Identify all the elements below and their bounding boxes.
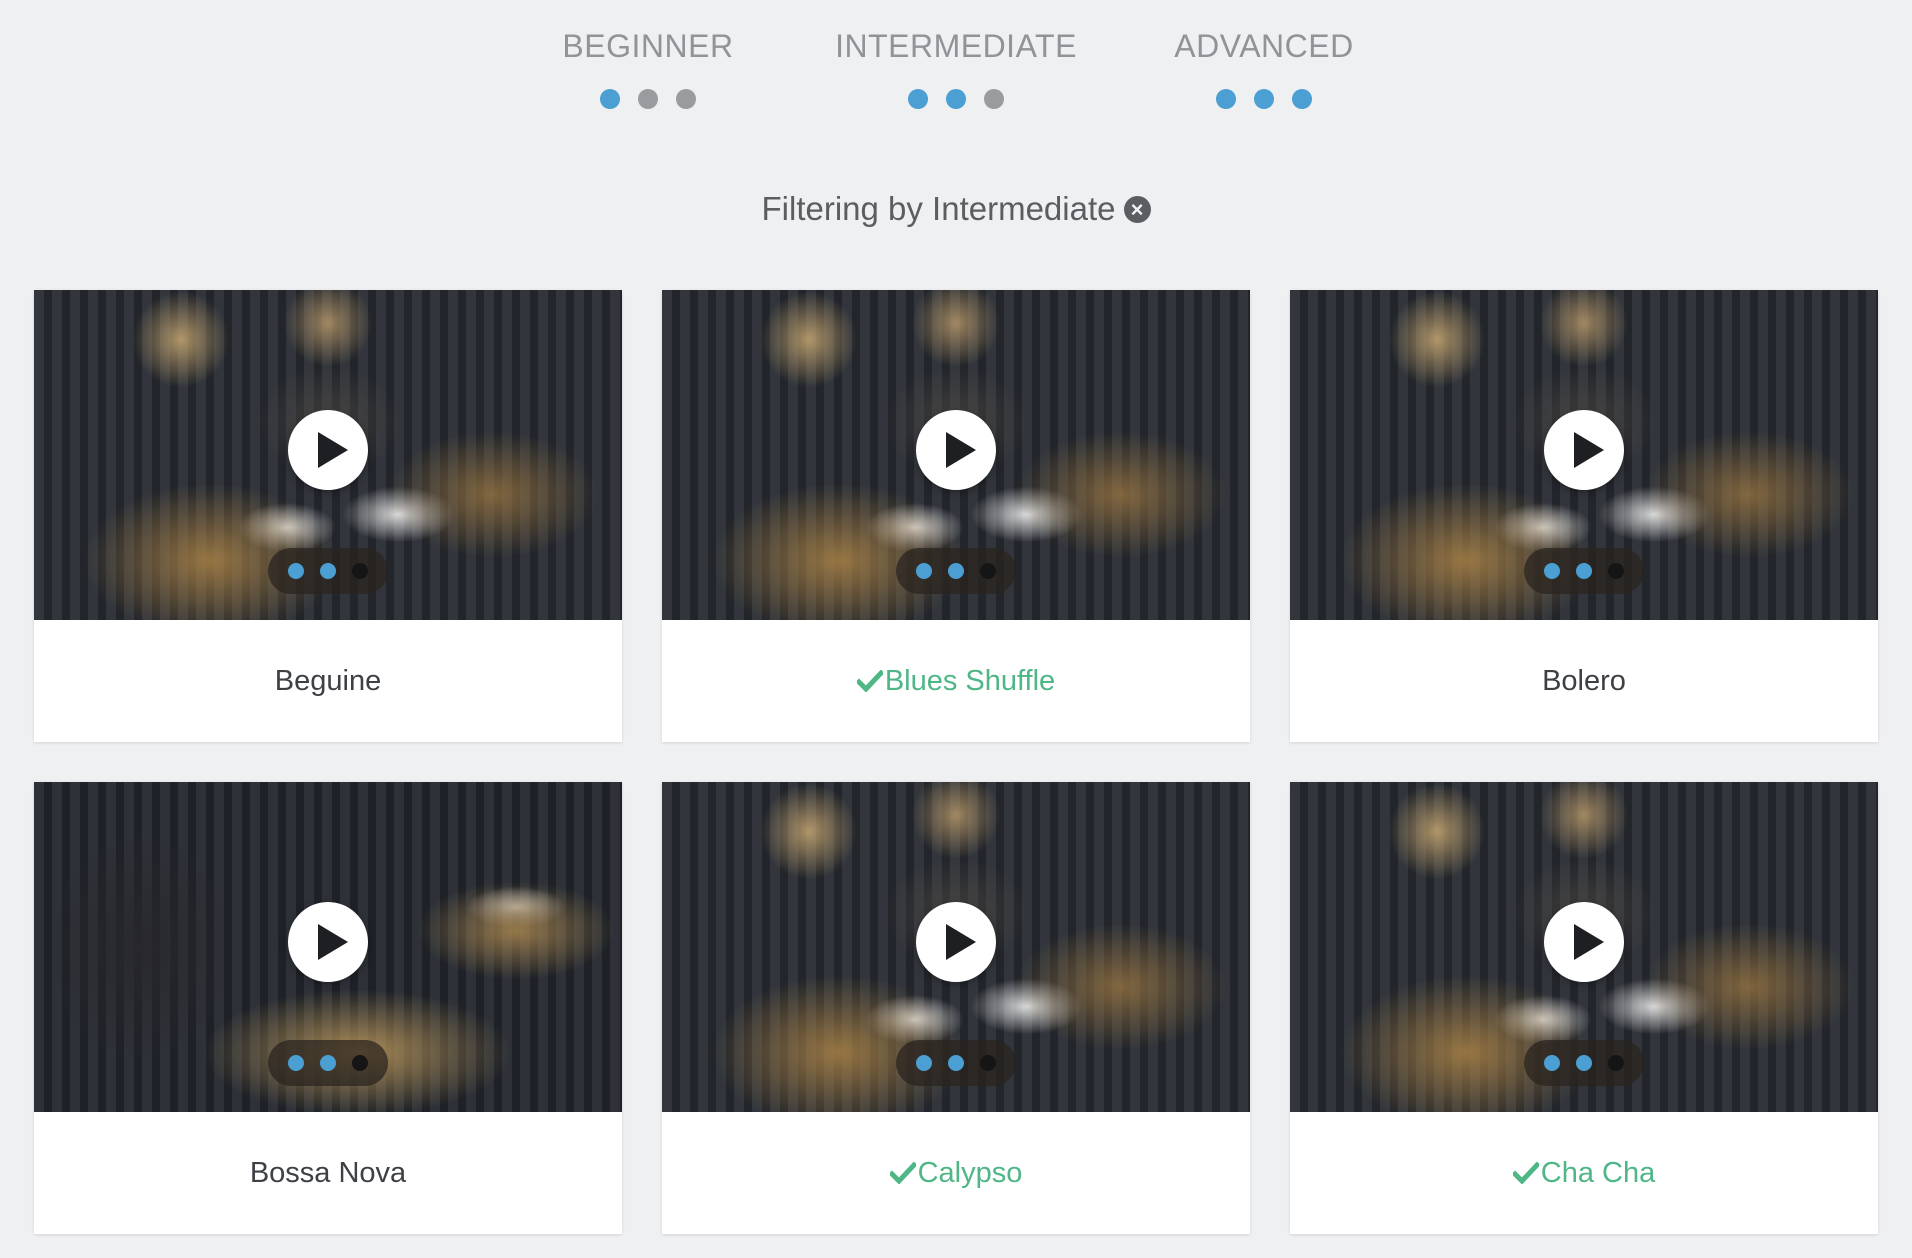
lesson-title: Calypso [917, 1156, 1023, 1189]
lesson-title-row: Bolero [1290, 620, 1878, 742]
level-label: BEGINNER [562, 28, 734, 64]
difficulty-level-selector: BEGINNER INTERMEDIATE ADVANCED [0, 0, 1912, 130]
lesson-title: Blues Shuffle [884, 664, 1056, 697]
difficulty-dot [320, 563, 336, 579]
lesson-title-row: Blues Shuffle [662, 620, 1250, 742]
difficulty-dot [948, 563, 964, 579]
difficulty-dot [320, 1055, 336, 1071]
lesson-title: Bossa Nova [249, 1156, 407, 1189]
difficulty-indicator [1524, 1040, 1644, 1086]
lesson-card-calypso[interactable]: Calypso [662, 782, 1250, 1234]
lesson-card-cha-cha[interactable]: Cha Cha [1290, 782, 1878, 1234]
level-dot [1216, 89, 1236, 109]
level-dot [946, 89, 966, 109]
lesson-thumbnail [1290, 782, 1878, 1112]
difficulty-indicator [896, 548, 1016, 594]
difficulty-dot [980, 1055, 996, 1071]
difficulty-dot [352, 563, 368, 579]
level-dots [523, 89, 773, 109]
level-beginner[interactable]: BEGINNER [523, 28, 773, 109]
level-dots [1139, 89, 1389, 109]
lesson-title: Beguine [274, 664, 382, 697]
level-label: ADVANCED [1174, 28, 1354, 64]
difficulty-dot [1576, 563, 1592, 579]
checkmark-icon [889, 1162, 916, 1184]
level-dot [1292, 89, 1312, 109]
difficulty-indicator [1524, 548, 1644, 594]
lesson-title: Bolero [1542, 664, 1626, 697]
lesson-thumbnail [662, 782, 1250, 1112]
play-icon[interactable] [288, 410, 368, 490]
level-dot [908, 89, 928, 109]
difficulty-dot [1544, 563, 1560, 579]
checkmark-icon [1512, 1162, 1539, 1184]
lesson-title-row: Beguine [34, 620, 622, 742]
difficulty-dot [916, 563, 932, 579]
lesson-thumbnail [34, 782, 622, 1112]
difficulty-indicator [268, 548, 388, 594]
difficulty-dot [288, 563, 304, 579]
level-dot [984, 89, 1004, 109]
level-dot [1254, 89, 1274, 109]
lesson-title-row: Calypso [662, 1112, 1250, 1234]
level-dots [831, 89, 1081, 109]
lesson-title-row: Cha Cha [1290, 1112, 1878, 1234]
lesson-card-beguine[interactable]: Beguine [34, 290, 622, 742]
lesson-card-blues-shuffle[interactable]: Blues Shuffle [662, 290, 1250, 742]
difficulty-dot [1576, 1055, 1592, 1071]
active-filter: Filtering by Intermediate × [0, 190, 1912, 228]
difficulty-dot [288, 1055, 304, 1071]
play-icon[interactable] [1544, 410, 1624, 490]
difficulty-indicator [896, 1040, 1016, 1086]
lesson-title-row: Bossa Nova [34, 1112, 622, 1234]
lesson-thumbnail [662, 290, 1250, 620]
level-label: INTERMEDIATE [835, 28, 1077, 64]
lesson-card-bolero[interactable]: Bolero [1290, 290, 1878, 742]
play-icon[interactable] [916, 902, 996, 982]
lesson-card-bossa-nova[interactable]: Bossa Nova [34, 782, 622, 1234]
filter-text: Filtering by Intermediate [761, 190, 1116, 227]
difficulty-dot [1544, 1055, 1560, 1071]
level-dot [676, 89, 696, 109]
difficulty-dot [980, 563, 996, 579]
difficulty-dot [916, 1055, 932, 1071]
play-icon[interactable] [916, 410, 996, 490]
play-icon[interactable] [1544, 902, 1624, 982]
difficulty-indicator [268, 1040, 388, 1086]
level-dot [600, 89, 620, 109]
difficulty-dot [1608, 1055, 1624, 1071]
difficulty-dot [352, 1055, 368, 1071]
difficulty-dot [948, 1055, 964, 1071]
lesson-thumbnail [34, 290, 622, 620]
level-intermediate[interactable]: INTERMEDIATE [831, 28, 1081, 109]
lesson-title: Cha Cha [1540, 1156, 1656, 1189]
level-dot [638, 89, 658, 109]
close-circle-icon[interactable]: × [1123, 196, 1151, 223]
lesson-thumbnail [1290, 290, 1878, 620]
level-advanced[interactable]: ADVANCED [1139, 28, 1389, 109]
play-icon[interactable] [288, 902, 368, 982]
difficulty-dot [1608, 563, 1624, 579]
checkmark-icon [856, 670, 883, 692]
